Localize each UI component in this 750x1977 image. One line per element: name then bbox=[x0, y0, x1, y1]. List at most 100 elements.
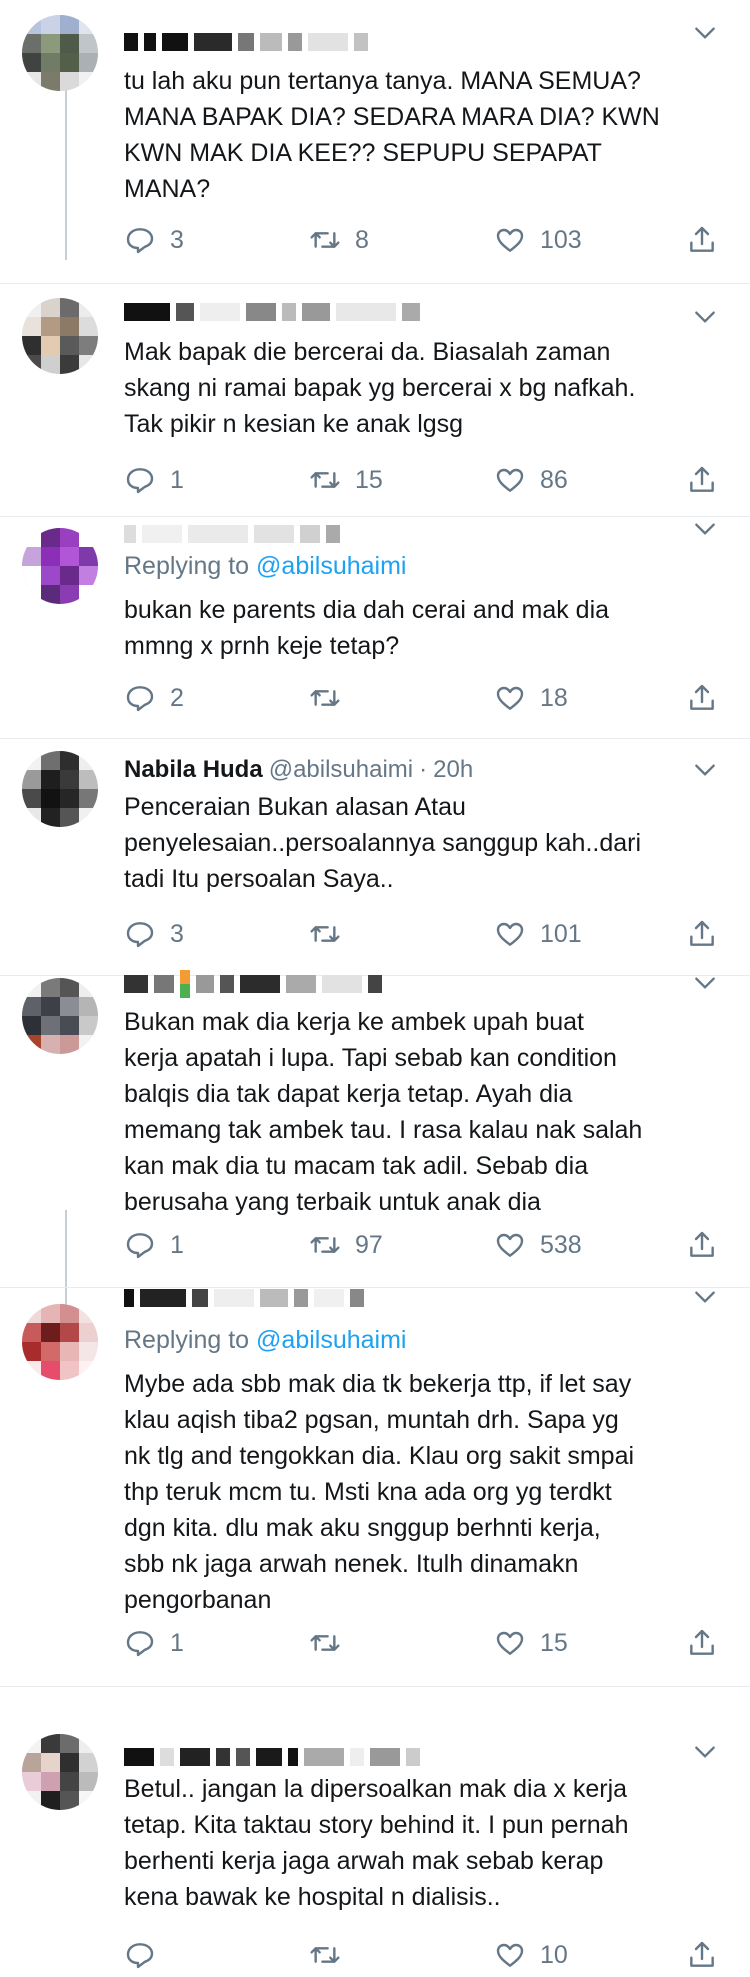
like-button[interactable]: 101 bbox=[494, 916, 582, 952]
avatar[interactable] bbox=[22, 298, 98, 374]
share-button[interactable] bbox=[686, 1625, 718, 1661]
reply-button[interactable]: 1 bbox=[124, 1227, 184, 1263]
like-button[interactable]: 86 bbox=[494, 462, 568, 498]
timestamp[interactable]: 20h bbox=[433, 756, 473, 784]
retweet-button[interactable] bbox=[309, 1625, 355, 1661]
share-icon bbox=[690, 466, 714, 492]
share-button[interactable] bbox=[686, 1937, 718, 1973]
retweet-icon bbox=[310, 690, 340, 706]
tweet-header-redacted bbox=[124, 24, 684, 60]
tweet-actions: 1 97 538 bbox=[124, 1227, 724, 1263]
retweet-button[interactable]: 15 bbox=[309, 462, 383, 498]
tweet-text: Bukan mak dia kerja ke ambek upah buat k… bbox=[124, 1008, 643, 1216]
tweet-header-redacted bbox=[124, 1739, 684, 1775]
retweet-button[interactable] bbox=[309, 916, 355, 952]
share-icon bbox=[690, 684, 714, 710]
divider bbox=[0, 1686, 750, 1687]
divider bbox=[0, 738, 750, 739]
reply-icon bbox=[126, 228, 154, 254]
tweet-text: Betul.. jangan la dipersoalkan mak dia x… bbox=[124, 1775, 629, 1911]
replying-prefix: Replying to bbox=[124, 1326, 257, 1354]
share-button[interactable] bbox=[686, 222, 718, 258]
avatar[interactable] bbox=[22, 978, 98, 1054]
replying-handle-link[interactable]: @abilsuhaimi bbox=[256, 552, 406, 580]
reply-icon bbox=[126, 686, 154, 712]
replying-prefix: Replying to bbox=[124, 552, 257, 580]
retweet-count: 15 bbox=[355, 465, 383, 494]
heart-icon bbox=[496, 686, 524, 710]
retweet-button[interactable]: 97 bbox=[309, 1227, 383, 1263]
retweet-button[interactable] bbox=[309, 1937, 355, 1973]
avatar[interactable] bbox=[22, 15, 98, 91]
share-icon bbox=[690, 1629, 714, 1655]
heart-icon bbox=[496, 228, 524, 252]
share-icon bbox=[690, 920, 714, 946]
reply-icon bbox=[126, 1631, 154, 1657]
reply-count: 1 bbox=[170, 465, 184, 494]
tweet-actions: 1 15 86 bbox=[124, 462, 724, 498]
share-icon bbox=[690, 1941, 714, 1967]
reply-count: 2 bbox=[170, 683, 184, 712]
avatar[interactable] bbox=[22, 1734, 98, 1810]
retweet-count: 97 bbox=[355, 1230, 383, 1259]
avatar[interactable] bbox=[22, 751, 98, 827]
reply-icon bbox=[126, 468, 154, 494]
chevron-down-icon[interactable] bbox=[692, 757, 718, 783]
reply-icon bbox=[126, 1233, 154, 1259]
chevron-down-icon[interactable] bbox=[692, 1739, 718, 1765]
share-icon bbox=[690, 226, 714, 252]
chevron-down-icon[interactable] bbox=[692, 1284, 718, 1310]
retweet-icon bbox=[310, 232, 340, 248]
like-count: 538 bbox=[540, 1230, 582, 1259]
author-name[interactable]: Nabila Huda bbox=[124, 756, 263, 784]
retweet-button[interactable] bbox=[309, 680, 355, 716]
reply-button[interactable]: 3 bbox=[124, 222, 184, 258]
tweet-header: Nabila Huda @abilsuhaimi · 20h bbox=[124, 752, 684, 788]
tweet-text: Mak bapak die bercerai da. Biasalah zama… bbox=[124, 338, 636, 438]
reply-icon bbox=[126, 922, 154, 948]
retweet-icon bbox=[310, 1635, 340, 1651]
share-icon bbox=[690, 1231, 714, 1257]
tweet-actions: 1 15 bbox=[124, 1625, 724, 1661]
reply-button[interactable]: 1 bbox=[124, 1625, 184, 1661]
reply-button[interactable] bbox=[124, 1937, 170, 1973]
tweet-text: tu lah aku pun tertanya tanya. MANA SEMU… bbox=[124, 67, 660, 203]
like-count: 15 bbox=[540, 1628, 568, 1657]
author-handle[interactable]: @abilsuhaimi bbox=[269, 756, 413, 784]
retweet-icon bbox=[310, 926, 340, 942]
tweet-header-redacted bbox=[124, 516, 684, 552]
avatar[interactable] bbox=[22, 1304, 98, 1380]
like-count: 10 bbox=[540, 1940, 568, 1969]
like-button[interactable]: 10 bbox=[494, 1937, 568, 1973]
tweet-text: Penceraian Bukan alasan Atau penyelesaia… bbox=[124, 793, 642, 893]
tweet-actions: 10 bbox=[124, 1937, 724, 1973]
share-button[interactable] bbox=[686, 1227, 718, 1263]
chevron-down-icon[interactable] bbox=[692, 20, 718, 46]
like-button[interactable]: 18 bbox=[494, 680, 568, 716]
heart-icon bbox=[496, 1631, 524, 1655]
share-button[interactable] bbox=[686, 680, 718, 716]
reply-icon bbox=[126, 1943, 154, 1969]
like-count: 86 bbox=[540, 465, 568, 494]
avatar[interactable] bbox=[22, 528, 98, 604]
share-button[interactable] bbox=[686, 916, 718, 952]
reply-count: 3 bbox=[170, 225, 184, 254]
divider bbox=[0, 283, 750, 284]
like-button[interactable]: 103 bbox=[494, 222, 582, 258]
retweet-button[interactable]: 8 bbox=[309, 222, 369, 258]
chevron-down-icon[interactable] bbox=[692, 304, 718, 330]
like-count: 101 bbox=[540, 919, 582, 948]
tweet-header-redacted bbox=[124, 966, 684, 1002]
reply-button[interactable]: 1 bbox=[124, 462, 184, 498]
share-button[interactable] bbox=[686, 462, 718, 498]
reply-button[interactable]: 3 bbox=[124, 916, 184, 952]
replying-to: Replying to @abilsuhaimi bbox=[124, 552, 406, 581]
like-button[interactable]: 15 bbox=[494, 1625, 568, 1661]
reply-button[interactable]: 2 bbox=[124, 680, 184, 716]
retweet-icon bbox=[310, 1237, 340, 1253]
replying-handle-link[interactable]: @abilsuhaimi bbox=[256, 1326, 406, 1354]
like-button[interactable]: 538 bbox=[494, 1227, 582, 1263]
retweet-icon bbox=[310, 1947, 340, 1963]
chevron-down-icon[interactable] bbox=[692, 516, 718, 542]
chevron-down-icon[interactable] bbox=[692, 970, 718, 996]
